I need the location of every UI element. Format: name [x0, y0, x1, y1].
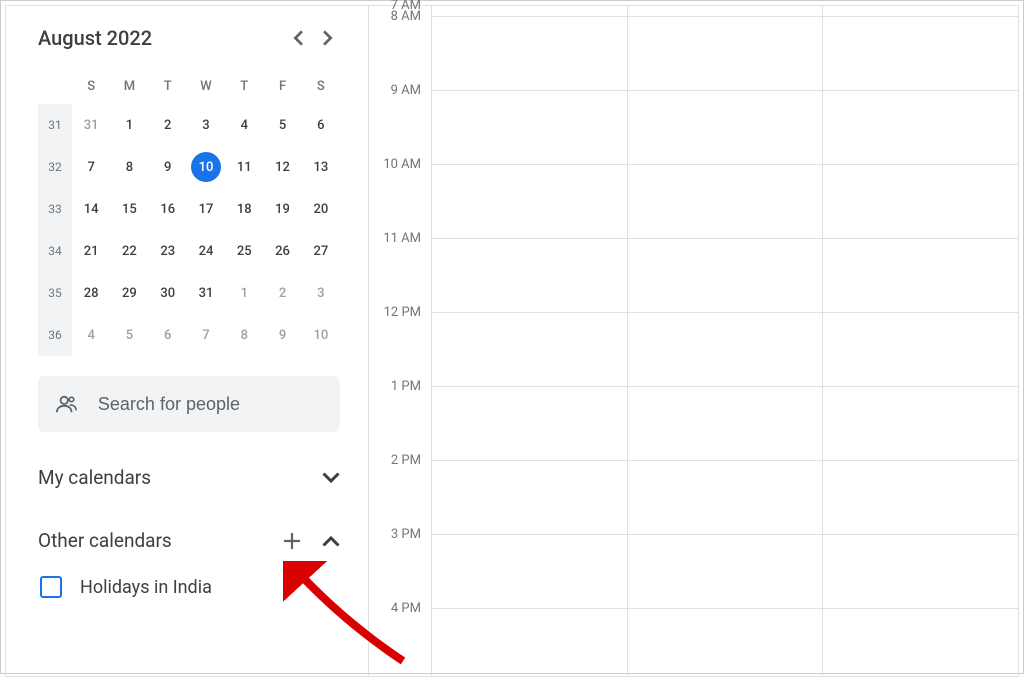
- mini-calendar-row: 3314151617181920: [38, 188, 340, 230]
- mini-calendar-day[interactable]: 1: [110, 118, 148, 133]
- mini-calendar-day[interactable]: 28: [72, 286, 110, 301]
- chevron-right-icon[interactable]: [322, 30, 334, 46]
- month-title: August 2022: [38, 26, 152, 50]
- week-number: 34: [38, 230, 72, 272]
- day-columns: [431, 6, 1018, 676]
- mini-calendar-day[interactable]: 9: [149, 160, 187, 175]
- hour-label: 3 PM: [369, 527, 421, 542]
- chevron-left-icon[interactable]: [292, 30, 304, 46]
- week-number: 32: [38, 146, 72, 188]
- mini-calendar-day[interactable]: 26: [263, 244, 301, 259]
- mini-calendar-row: 3131123456: [38, 104, 340, 146]
- mini-calendar-day[interactable]: 23: [149, 244, 187, 259]
- day-column[interactable]: [627, 6, 823, 676]
- mini-calendar-day[interactable]: 22: [110, 244, 148, 259]
- mini-calendar-day[interactable]: 25: [225, 244, 263, 259]
- hour-label: 10 AM: [369, 157, 421, 172]
- hour-label: 1 PM: [369, 379, 421, 394]
- mini-calendar-day[interactable]: 15: [110, 202, 148, 217]
- mini-calendar-day[interactable]: 11: [225, 160, 263, 175]
- mini-calendar-day[interactable]: 20: [302, 202, 340, 217]
- mini-calendar-row: 3528293031123: [38, 272, 340, 314]
- week-number: 33: [38, 188, 72, 230]
- mini-calendar-day[interactable]: 27: [302, 244, 340, 259]
- mini-calendar-day[interactable]: 17: [187, 202, 225, 217]
- hour-label: 11 AM: [369, 231, 421, 246]
- mini-calendar-row: 3421222324252627: [38, 230, 340, 272]
- week-number: 31: [38, 104, 72, 146]
- day-column[interactable]: [822, 6, 1018, 676]
- dayname: T: [225, 79, 263, 94]
- mini-calendar-day[interactable]: 4: [72, 328, 110, 343]
- plus-icon[interactable]: [282, 531, 302, 551]
- mini-calendar-day[interactable]: 24: [187, 244, 225, 259]
- mini-calendar-day[interactable]: 18: [225, 202, 263, 217]
- mini-calendar: S M T W T F S 31311234563278910111213331…: [38, 68, 340, 356]
- mini-calendar-day[interactable]: 3: [302, 286, 340, 301]
- dayname: F: [263, 79, 301, 94]
- month-nav: [292, 30, 334, 46]
- dayname: S: [72, 79, 110, 94]
- mini-calendar-daynames: S M T W T F S: [38, 68, 340, 104]
- mini-calendar-day[interactable]: 31: [187, 286, 225, 301]
- week-number: 36: [38, 314, 72, 356]
- mini-calendar-day[interactable]: 3: [187, 118, 225, 133]
- mini-calendar-day[interactable]: 1: [225, 286, 263, 301]
- hour-label: 9 AM: [369, 83, 421, 98]
- mini-calendar-day[interactable]: 21: [72, 244, 110, 259]
- mini-calendar-day[interactable]: 30: [149, 286, 187, 301]
- mini-calendar-day[interactable]: 8: [110, 160, 148, 175]
- chevron-down-icon[interactable]: [322, 472, 340, 484]
- mini-calendar-day[interactable]: 6: [149, 328, 187, 343]
- chevron-up-icon[interactable]: [322, 535, 340, 547]
- other-calendars-header[interactable]: Other calendars: [38, 529, 340, 552]
- mini-calendar-day[interactable]: 14: [72, 202, 110, 217]
- mini-calendar-day[interactable]: 29: [110, 286, 148, 301]
- mini-calendar-day[interactable]: 13: [302, 160, 340, 175]
- mini-calendar-day[interactable]: 10: [187, 152, 225, 182]
- hour-label: 8 AM: [369, 9, 421, 24]
- dayname: W: [187, 79, 225, 94]
- mini-calendar-row: 3645678910: [38, 314, 340, 356]
- week-grid[interactable]: 7 AM8 AM9 AM10 AM11 AM12 PM1 PM2 PM3 PM4…: [368, 6, 1018, 676]
- mini-calendar-day[interactable]: 2: [263, 286, 301, 301]
- hour-label: 2 PM: [369, 453, 421, 468]
- week-number: 35: [38, 272, 72, 314]
- hour-label: 12 PM: [369, 305, 421, 320]
- mini-calendar-day[interactable]: 2: [149, 118, 187, 133]
- day-column[interactable]: [431, 6, 627, 676]
- calendar-label: Holidays in India: [80, 577, 212, 598]
- mini-calendar-header: August 2022: [38, 26, 340, 50]
- dayname: M: [110, 79, 148, 94]
- mini-calendar-day[interactable]: 5: [110, 328, 148, 343]
- mini-calendar-day[interactable]: 16: [149, 202, 187, 217]
- hour-label: 4 PM: [369, 601, 421, 616]
- mini-calendar-day[interactable]: 7: [72, 160, 110, 175]
- mini-calendar-day[interactable]: 10: [302, 328, 340, 343]
- my-calendars-header[interactable]: My calendars: [38, 466, 340, 489]
- my-calendars-label: My calendars: [38, 466, 151, 489]
- sidebar: August 2022 S M T W T F S 31311234563278…: [6, 6, 368, 676]
- mini-calendar-day[interactable]: 7: [187, 328, 225, 343]
- search-people-input[interactable]: [98, 394, 322, 415]
- mini-calendar-day[interactable]: 5: [263, 118, 301, 133]
- mini-calendar-row: 3278910111213: [38, 146, 340, 188]
- mini-calendar-day[interactable]: 19: [263, 202, 301, 217]
- mini-calendar-day[interactable]: 4: [225, 118, 263, 133]
- mini-calendar-day[interactable]: 9: [263, 328, 301, 343]
- dayname: S: [302, 79, 340, 94]
- calendar-item[interactable]: Holidays in India: [40, 576, 340, 598]
- people-icon: [56, 393, 78, 415]
- mini-calendar-day[interactable]: 8: [225, 328, 263, 343]
- other-calendars-label: Other calendars: [38, 529, 172, 552]
- mini-calendar-day[interactable]: 31: [72, 118, 110, 133]
- calendar-checkbox[interactable]: [40, 576, 62, 598]
- mini-calendar-day[interactable]: 12: [263, 160, 301, 175]
- dayname: T: [149, 79, 187, 94]
- mini-calendar-day[interactable]: 6: [302, 118, 340, 133]
- search-people-box[interactable]: [38, 376, 340, 432]
